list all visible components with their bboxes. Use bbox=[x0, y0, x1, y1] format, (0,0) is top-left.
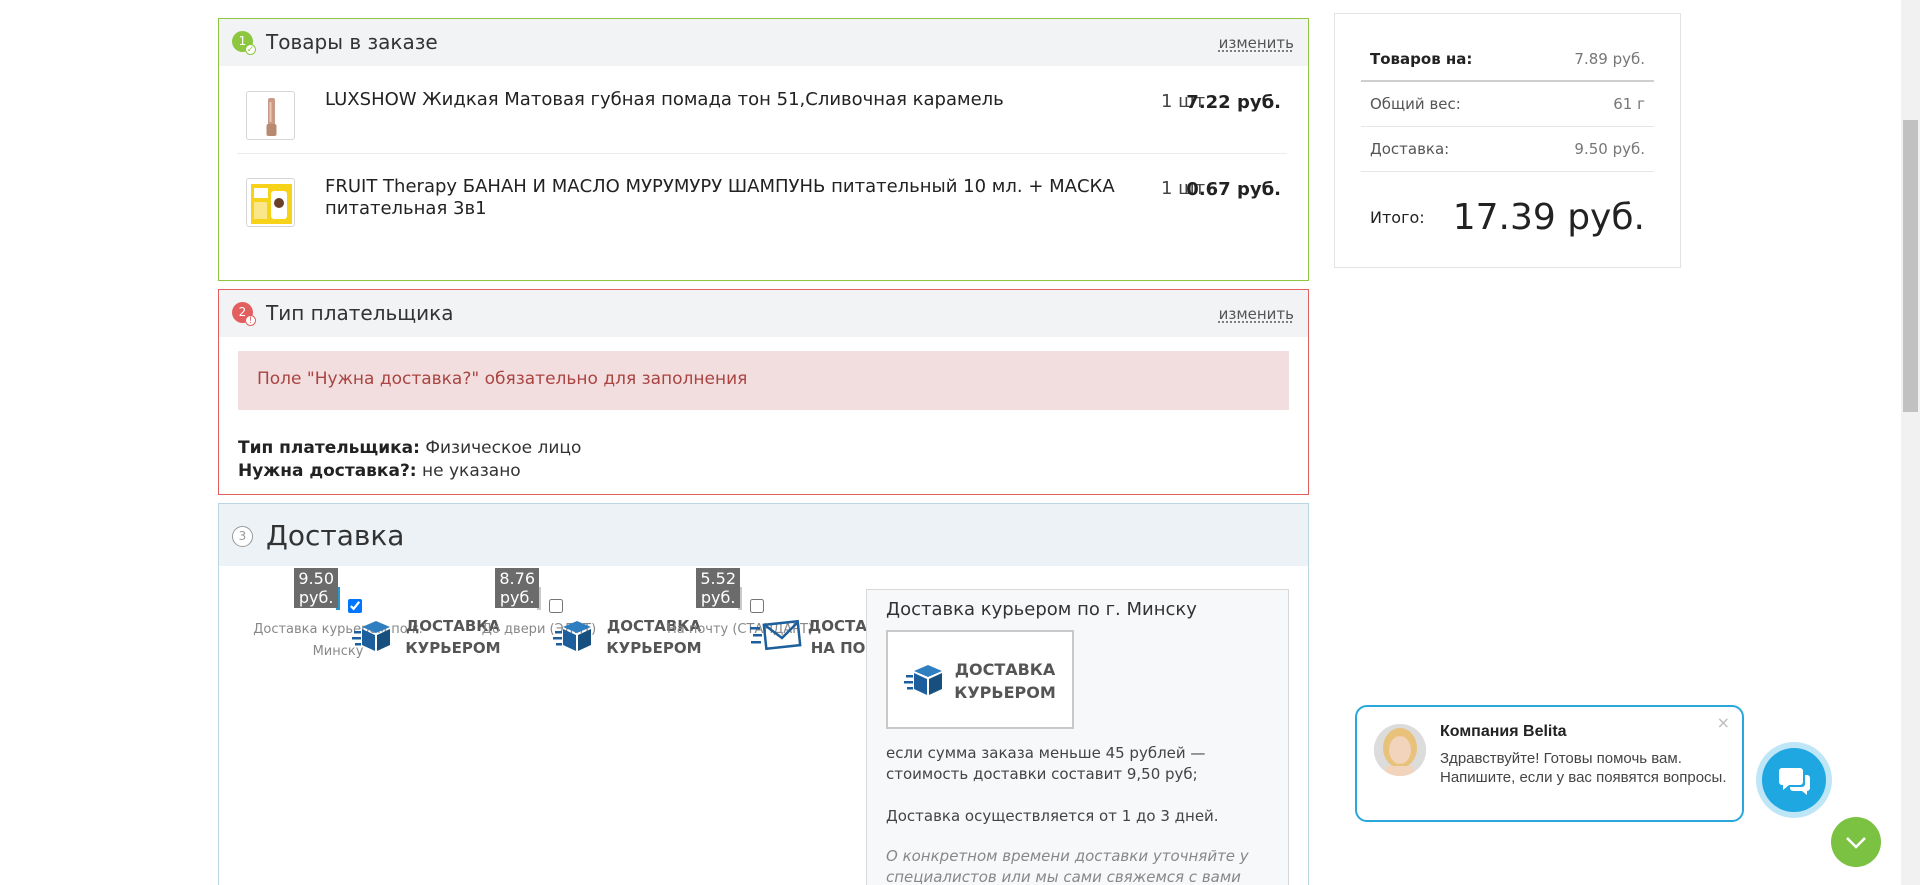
delivery-detail-card: ДОСТАВКА КУРЬЕРОМ bbox=[886, 630, 1074, 729]
order-items-header: 1 ✓ Товары в заказе изменить bbox=[219, 19, 1308, 66]
need-delivery-label: Нужна доставка?: bbox=[238, 461, 417, 481]
box-icon bbox=[904, 665, 942, 695]
delivery-section: 3 Доставка ДОСТАВКА КУРЬЕРОМ 9.50 руб. До… bbox=[218, 503, 1309, 885]
chat-open-button[interactable] bbox=[1756, 742, 1832, 818]
delivery-checkbox[interactable] bbox=[549, 599, 563, 613]
payer-type-label: Тип плательщика: bbox=[238, 438, 420, 458]
delivery-detail-panel: Доставка курьером по г. Минску ДОСТАВКА К… bbox=[866, 589, 1289, 885]
payer-info: Тип плательщика: Физическое лицо Нужна д… bbox=[238, 437, 581, 483]
payer-type-header: 2 ! Тип плательщика изменить bbox=[219, 290, 1308, 337]
product-thumbnail-shampoo[interactable] bbox=[246, 178, 295, 227]
edit-order-items-link[interactable]: изменить bbox=[1219, 34, 1294, 52]
step-3-badge: 3 bbox=[232, 526, 253, 547]
need-delivery-value: не указано bbox=[422, 461, 521, 481]
step-1-badge: 1 ✓ bbox=[232, 31, 256, 55]
summary-weight-row: Общий вес: 61 г bbox=[1361, 82, 1654, 127]
summary-delivery-row: Доставка: 9.50 руб. bbox=[1361, 127, 1654, 172]
product-row: LUXSHOW Жидкая Матовая губная помада тон… bbox=[237, 67, 1287, 153]
delivery-option-courier-minsk: ДОСТАВКА КУРЬЕРОМ 9.50 руб. Доставка курь… bbox=[247, 568, 501, 663]
summary-goods-label: Товаров на: bbox=[1370, 49, 1473, 68]
product-thumbnail-lipstick[interactable] bbox=[246, 91, 295, 140]
delivery-price: 8.76 руб. bbox=[495, 568, 539, 608]
scrollbar-thumb[interactable] bbox=[1903, 120, 1918, 412]
chat-button-circle bbox=[1762, 748, 1826, 812]
delivery-card-door-elite[interactable]: ДОСТАВКА КУРЬЕРОМ 8.76 руб. bbox=[495, 568, 702, 657]
summary-delivery-value: 9.50 руб. bbox=[1574, 140, 1645, 158]
summary-total-value: 17.39 руб. bbox=[1452, 196, 1645, 238]
delivery-card-courier-minsk[interactable]: ДОСТАВКА КУРЬЕРОМ 9.50 руб. bbox=[294, 568, 501, 657]
delivery-label: ДОСТАВКА КУРЬЕРОМ bbox=[954, 660, 1056, 702]
page-scrollbar[interactable] bbox=[1901, 0, 1920, 885]
summary-weight-label: Общий вес: bbox=[1370, 95, 1461, 113]
step-2-badge: 2 ! bbox=[232, 302, 256, 326]
product-row: FRUIT Therapy БАНАН И МАСЛО МУРУМУРУ ШАМ… bbox=[237, 153, 1287, 239]
delivery-option-post-standard: ДОСТАВКА НА ПОЧТУ 5.52 руб. На почту (СТА… bbox=[649, 568, 902, 657]
summary-total-row: Итого: 17.39 руб. bbox=[1361, 172, 1654, 262]
error-alert: Поле "Нужна доставка?" обязательно для з… bbox=[238, 351, 1289, 410]
chat-company-name: Компания Belita bbox=[1440, 723, 1567, 740]
edit-payer-type-link[interactable]: изменить bbox=[1219, 305, 1294, 323]
chat-message: Здравствуйте! Готовы помочь вам. Напишит… bbox=[1440, 750, 1727, 786]
box-icon bbox=[553, 621, 591, 651]
delivery-price: 5.52 руб. bbox=[696, 568, 740, 608]
box-icon bbox=[352, 621, 390, 651]
summary-weight-value: 61 г bbox=[1613, 95, 1645, 113]
delivery-checkbox[interactable] bbox=[750, 599, 764, 613]
delivery-detail-note: О конкретном времени доставки уточняйте … bbox=[886, 847, 1249, 885]
delivery-detail-title: Доставка курьером по г. Минску bbox=[886, 599, 1197, 620]
check-icon: ✓ bbox=[245, 44, 256, 55]
product-name[interactable]: LUXSHOW Жидкая Матовая губная помада тон… bbox=[325, 89, 1145, 111]
scroll-toggle-button[interactable] bbox=[1831, 817, 1881, 867]
delivery-price: 9.50 руб. bbox=[294, 568, 338, 608]
chat-bubbles-icon bbox=[1779, 768, 1810, 795]
warning-icon: ! bbox=[245, 315, 256, 326]
summary-delivery-label: Доставка: bbox=[1370, 140, 1450, 158]
summary-goods-row: Товаров на: 7.89 руб. bbox=[1361, 37, 1654, 82]
delivery-checkbox[interactable] bbox=[348, 599, 362, 613]
delivery-card-post-standard[interactable]: ДОСТАВКА НА ПОЧТУ 5.52 руб. bbox=[696, 568, 902, 657]
delivery-header: 3 Доставка bbox=[219, 504, 1308, 566]
envelope-icon bbox=[750, 619, 802, 651]
delivery-detail-text: если сумма заказа меньше 45 рублей — сто… bbox=[886, 744, 1206, 783]
product-price: 0.67 руб. bbox=[1186, 179, 1281, 200]
chevron-down-icon bbox=[1846, 837, 1866, 849]
chat-avatar bbox=[1374, 724, 1426, 776]
close-icon[interactable]: × bbox=[1717, 713, 1730, 732]
payer-type-value: Физическое лицо bbox=[425, 438, 582, 458]
product-price: 7.22 руб. bbox=[1186, 92, 1281, 113]
summary-goods-value: 7.89 руб. bbox=[1574, 49, 1645, 68]
order-items-section: 1 ✓ Товары в заказе изменить LUXSHOW Жид… bbox=[218, 18, 1309, 281]
product-name[interactable]: FRUIT Therapy БАНАН И МАСЛО МУРУМУРУ ШАМ… bbox=[325, 176, 1145, 220]
payer-type-section: 2 ! Тип плательщика изменить Поле "Нужна… bbox=[218, 289, 1309, 495]
delivery-detail-duration: Доставка осуществляется от 1 до 3 дней. bbox=[886, 807, 1219, 825]
chat-popup[interactable]: Компания Belita Здравствуйте! Готовы пом… bbox=[1355, 705, 1744, 822]
payer-type-title: Тип плательщика bbox=[266, 301, 454, 325]
order-items-title: Товары в заказе bbox=[266, 30, 438, 54]
summary-total-label: Итого: bbox=[1370, 207, 1425, 227]
delivery-option-door-elite: ДОСТАВКА КУРЬЕРОМ 8.76 руб. До двери (ЭЛИ… bbox=[448, 568, 702, 657]
delivery-title: Доставка bbox=[266, 519, 405, 552]
order-summary: Товаров на: 7.89 руб. Общий вес: 61 г До… bbox=[1334, 13, 1681, 268]
